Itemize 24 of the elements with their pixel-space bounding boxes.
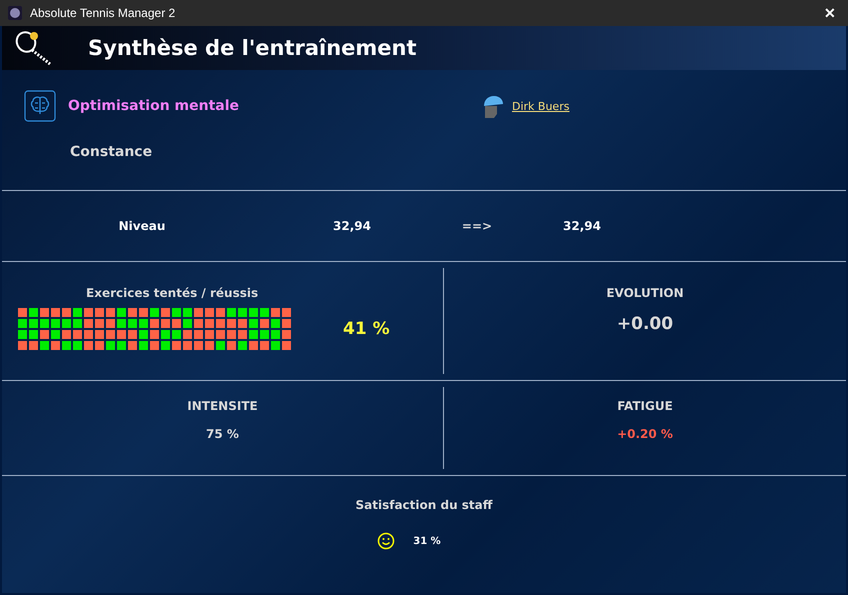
- success-rate: 41 %: [343, 319, 390, 339]
- coach-link[interactable]: Dirk Buers: [512, 100, 570, 112]
- skill-name: Constance: [70, 144, 154, 160]
- level-before: 32,94: [332, 219, 372, 233]
- close-button[interactable]: ✕: [820, 5, 840, 21]
- evolution-value: +0.00: [616, 314, 674, 334]
- training-name: Optimisation mentale: [68, 98, 240, 114]
- app-logo-icon: [8, 6, 22, 20]
- level-after: 32,94: [562, 219, 602, 233]
- intensity-label: INTENSITE: [187, 399, 258, 413]
- smiley-icon: [377, 532, 396, 550]
- evolution-label: EVOLUTION: [606, 286, 684, 300]
- staff-label: Satisfaction du staff: [356, 498, 492, 512]
- fatigue-value: +0.20 %: [617, 427, 673, 441]
- fatigue-label: FATIGUE: [617, 399, 673, 413]
- tennis-racket-icon: [14, 30, 54, 66]
- page-title: Synthèse de l'entraînement: [88, 36, 417, 60]
- window-title: Absolute Tennis Manager 2: [30, 6, 176, 20]
- brain-icon: [24, 90, 56, 122]
- exercises-label: Exercices tentés / réussis: [86, 286, 260, 300]
- staff-value: 31 %: [413, 536, 441, 546]
- intensity-value: 75 %: [206, 427, 239, 441]
- level-arrow: ==>: [460, 219, 494, 233]
- level-label: Niveau: [118, 219, 166, 233]
